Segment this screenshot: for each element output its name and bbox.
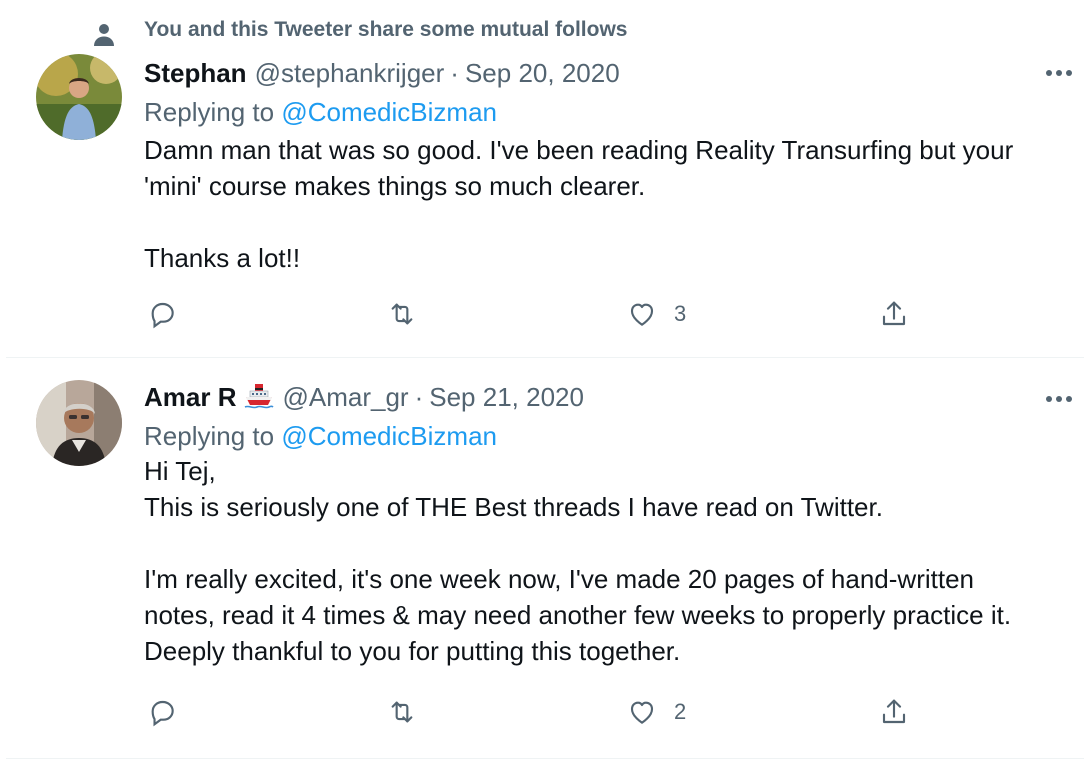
tweet-actions: 3	[144, 298, 916, 338]
like-button[interactable]: 2	[626, 696, 686, 728]
person-icon	[94, 24, 114, 46]
tweet[interactable]: You and this Tweeter share some mutual f…	[6, 0, 1084, 358]
like-button[interactable]: 3	[626, 298, 686, 330]
reply-button[interactable]	[146, 696, 194, 728]
tweet-date[interactable]: Sep 20, 2020	[465, 56, 620, 90]
replying-to-prefix: Replying to	[144, 421, 275, 451]
reply-button[interactable]	[146, 298, 194, 330]
social-context-text: You and this Tweeter share some mutual f…	[144, 18, 628, 41]
tweet-header: Stephan @stephankrijger · Sep 20, 2020	[144, 56, 1056, 90]
reply-icon	[151, 302, 174, 329]
author-handle[interactable]: @stephankrijger	[255, 56, 445, 90]
tweet-body: Stephan @stephankrijger · Sep 20, 2020 R…	[144, 56, 1056, 276]
tweet-actions: 2	[144, 696, 916, 736]
tweet-header: Amar R @Amar_gr · Sep 21, 2020	[144, 380, 1056, 414]
share-button[interactable]	[878, 298, 926, 330]
tweet[interactable]: Amar R @Amar_gr · Sep 21, 2020 Replying …	[6, 358, 1084, 759]
replying-to-prefix: Replying to	[144, 97, 275, 127]
mention-link[interactable]: @ComedicBizman	[281, 97, 497, 127]
avatar[interactable]	[36, 380, 122, 466]
replying-to: Replying to @ComedicBizman	[144, 95, 1056, 129]
replying-to: Replying to @ComedicBizman	[144, 419, 1056, 453]
like-count: 2	[674, 699, 687, 724]
author-name[interactable]: Stephan	[144, 56, 247, 90]
retweet-button[interactable]	[386, 696, 434, 728]
avatar-image	[36, 54, 122, 140]
social-context: You and this Tweeter share some mutual f…	[94, 18, 628, 46]
share-icon	[882, 301, 906, 326]
tweet-feed: You and this Tweeter share some mutual f…	[0, 0, 1088, 760]
share-button[interactable]	[878, 696, 926, 728]
heart-icon	[630, 303, 654, 326]
retweet-icon	[391, 701, 413, 723]
ship-emoji-icon	[245, 384, 275, 409]
retweet-icon	[391, 303, 413, 325]
reply-icon	[151, 700, 174, 727]
tweet-body: Amar R @Amar_gr · Sep 21, 2020 Replying …	[144, 380, 1056, 669]
like-count: 3	[674, 301, 687, 326]
heart-icon	[630, 701, 654, 724]
author-name[interactable]: Amar R	[144, 380, 236, 414]
mention-link[interactable]: @ComedicBizman	[281, 421, 497, 451]
share-icon	[882, 699, 906, 724]
more-options-icon[interactable]	[1042, 386, 1076, 412]
separator-dot: ·	[450, 58, 459, 88]
tweet-text: Damn man that was so good. I've been rea…	[144, 135, 1014, 273]
author-handle[interactable]: @Amar_gr	[282, 380, 408, 414]
tweet-text: Hi Tej, This is seriously one of THE Bes…	[144, 456, 1012, 666]
retweet-button[interactable]	[386, 298, 434, 330]
more-options-icon[interactable]	[1042, 60, 1076, 86]
avatar[interactable]	[36, 54, 122, 140]
tweet-date[interactable]: Sep 21, 2020	[429, 380, 584, 414]
avatar-image	[36, 380, 122, 466]
separator-dot: ·	[414, 382, 424, 412]
